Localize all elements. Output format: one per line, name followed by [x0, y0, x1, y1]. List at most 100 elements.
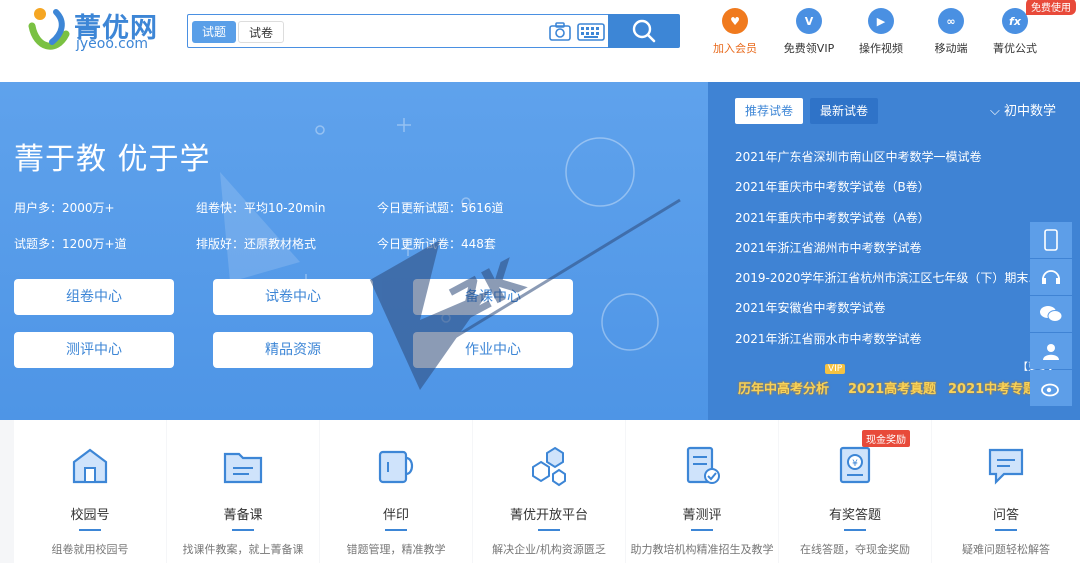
service-title: 菁测评	[682, 508, 722, 523]
search-box[interactable]: 试题 试卷	[187, 14, 680, 48]
nav-free-vip[interactable]: V 免费领VIP	[774, 8, 844, 56]
search-button[interactable]	[608, 14, 680, 48]
service-title: 菁优开放平台	[509, 508, 588, 523]
search-icon	[632, 19, 656, 43]
divider	[232, 529, 254, 531]
premium-resources-button[interactable]: 精品资源	[213, 332, 373, 368]
camera-icon[interactable]	[548, 21, 572, 43]
hexagon-icon	[532, 446, 566, 487]
weibo-icon[interactable]	[1030, 370, 1072, 406]
vip-icon: V	[796, 8, 822, 34]
user-icon[interactable]	[1030, 333, 1072, 369]
play-icon: ▶	[868, 8, 894, 34]
service-title: 问答	[992, 508, 1019, 523]
tab-recommended-papers[interactable]: 推荐试卷	[735, 98, 804, 124]
list-item[interactable]: 2021年浙江省湖州市中考数学试卷	[735, 233, 1055, 263]
floating-sidebar	[1030, 222, 1072, 408]
banner-left-panel: 菁于教 优于学 用户多：2000万+ 组卷快：平均10-20min 今日更新试题…	[0, 82, 708, 420]
nav-label: 操作视频	[859, 42, 903, 55]
banner-slogan: 菁于教 优于学	[14, 142, 211, 177]
service-open-platform[interactable]: 菁优开放平台 解决企业/机构资源匮乏	[473, 420, 625, 563]
service-desc: 助力教培机构精准招生及教学	[630, 543, 774, 556]
prep-center-button[interactable]: 备课中心	[413, 279, 573, 315]
services-row: 校园号 组卷就用校园号 菁备课 找课件教案，就上菁备课 伴印 错题管理，精准教学…	[0, 420, 1080, 563]
divider	[844, 529, 866, 531]
paper-list: 2021年广东省深圳市南山区中考数学一模试卷 2021年重庆市中考数学试卷（B卷…	[735, 142, 1055, 354]
nav-label: 菁优公式	[993, 42, 1037, 55]
assessment-center-button[interactable]: 测评中心	[14, 332, 174, 368]
compose-center-button[interactable]: 组卷中心	[14, 279, 174, 315]
stat-today-papers: 今日更新试卷：448套	[377, 237, 496, 251]
divider	[79, 529, 101, 531]
subject-selector[interactable]: ⌵ 初中数学	[990, 100, 1056, 119]
service-title: 校园号	[70, 508, 110, 523]
formula-icon: fx	[1002, 8, 1028, 34]
tab-latest-papers[interactable]: 最新试卷	[810, 98, 879, 124]
chevron-down-icon: ⌵	[989, 104, 1000, 119]
divider	[538, 529, 560, 531]
svg-text:¥: ¥	[852, 459, 858, 469]
nav-video[interactable]: ▶ 操作视频	[846, 8, 916, 56]
service-jingbeike[interactable]: 菁备课 找课件教案，就上菁备课	[167, 420, 319, 563]
wechat-icon[interactable]	[1030, 296, 1072, 332]
nav-label: 加入会员	[713, 42, 757, 55]
stat-format: 排版好：还原教材格式	[196, 237, 317, 251]
stat-today-questions: 今日更新试题：5616道	[377, 201, 504, 215]
keyboard-icon[interactable]	[577, 21, 605, 43]
mobile-icon[interactable]	[1030, 222, 1072, 258]
divider	[995, 529, 1017, 531]
chat-icon	[988, 448, 1024, 485]
service-banyin[interactable]: 伴印 错题管理，精准教学	[320, 420, 472, 563]
logo-mark-icon	[28, 8, 70, 50]
service-qa[interactable]: 问答 疑难问题轻松解答	[932, 420, 1080, 563]
nav-mobile[interactable]: ∞ 移动端	[916, 8, 986, 56]
paper-panel: 推荐试卷 最新试卷 ⌵ 初中数学 2021年广东省深圳市南山区中考数学一模试卷 …	[708, 82, 1080, 420]
award-icon: ¥	[839, 446, 871, 484]
subject-label: 初中数学	[1003, 104, 1056, 119]
mobile-link-icon: ∞	[938, 8, 964, 34]
service-desc: 在线答题，夺现金奖励	[800, 543, 910, 556]
list-item[interactable]: 2021年安徽省中考数学试卷	[735, 293, 1055, 323]
vip-mini-badge: VIP	[825, 364, 846, 374]
search-tab-paper[interactable]: 试卷	[238, 21, 285, 43]
cash-reward-badge: 现金奖励	[862, 430, 910, 447]
checklist-icon	[686, 446, 720, 484]
stat-users: 用户多：2000万+	[14, 201, 115, 215]
service-title: 有奖答题	[828, 508, 881, 523]
service-desc: 错题管理，精准教学	[346, 543, 446, 556]
list-item[interactable]: 2021年重庆市中考数学试卷（B卷）	[735, 172, 1055, 202]
headset-icon[interactable]	[1030, 259, 1072, 295]
promo-exam-analysis[interactable]: 历年中高考分析	[738, 378, 829, 397]
divider	[385, 529, 407, 531]
nav-join-member[interactable]: ♥ 加入会员	[700, 8, 770, 56]
nav-label: 免费领VIP	[783, 42, 835, 55]
search-tab-question[interactable]: 试题	[192, 21, 237, 43]
nav-label: 移动端	[934, 42, 968, 55]
list-item[interactable]: 2021年广东省深圳市南山区中考数学一模试卷	[735, 142, 1055, 172]
stat-speed: 组卷快：平均10-20min	[196, 201, 326, 215]
paper-center-button[interactable]: 试卷中心	[213, 279, 373, 315]
service-campus[interactable]: 校园号 组卷就用校园号	[14, 420, 166, 563]
list-item[interactable]: 2019-2020学年浙江省杭州市滨江区七年级（下）期末...	[735, 263, 1055, 293]
list-item[interactable]: 2021年浙江省丽水市中考数学试卷	[735, 324, 1055, 354]
site-logo[interactable]: 菁优网 jyeoo.com	[26, 4, 166, 60]
stat-questions: 试题多：1200万+道	[14, 237, 127, 251]
top-header: 菁优网 jyeoo.com 试题 试卷 ♥ 加入会员 V 免费领VIP ▶ 操作…	[0, 0, 1080, 82]
service-desc: 解决企业/机构资源匮乏	[492, 543, 606, 556]
free-use-badge: 免费使用	[1026, 0, 1076, 15]
service-desc: 疑难问题轻松解答	[962, 543, 1050, 556]
printer-icon	[378, 450, 414, 484]
homework-center-button[interactable]: 作业中心	[413, 332, 573, 368]
service-desc: 组卷就用校园号	[51, 543, 129, 556]
heart-diamond-icon: ♥	[722, 8, 748, 34]
folder-icon	[223, 452, 263, 484]
hero-banner: 菁于教 优于学 用户多：2000万+ 组卷快：平均10-20min 今日更新试题…	[0, 82, 1080, 420]
promo-gaokao-2021[interactable]: 2021高考真题	[848, 378, 936, 397]
nav-formula[interactable]: fx 菁优公式	[980, 8, 1050, 56]
service-assessment[interactable]: 菁测评 助力教培机构精准招生及教学	[626, 420, 778, 563]
divider	[691, 529, 713, 531]
list-item[interactable]: 2021年重庆市中考数学试卷（A卷）	[735, 203, 1055, 233]
service-title: 菁备课	[223, 508, 263, 523]
service-desc: 找课件教案，就上菁备课	[182, 543, 304, 556]
promo-zhongkao-2021[interactable]: 2021中考专题	[948, 378, 1036, 397]
